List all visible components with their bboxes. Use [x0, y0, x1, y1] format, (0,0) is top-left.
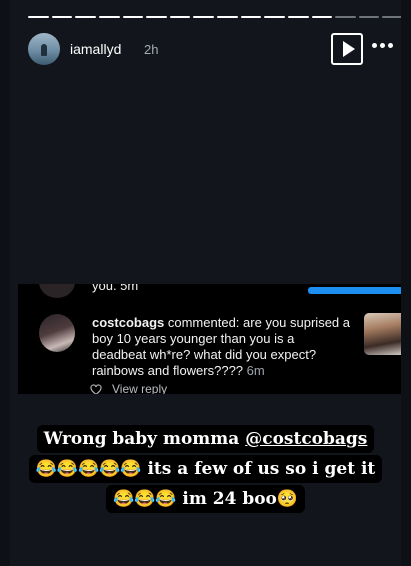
progress-segment [169, 16, 191, 18]
progress-segment [264, 16, 285, 18]
post-thumbnail [364, 313, 401, 355]
comment-action: commented: [167, 315, 240, 330]
previous-follow-button [308, 287, 401, 294]
progress-segment [122, 16, 144, 18]
comment-time: 6m [246, 363, 265, 378]
caption-line-3: 😂😂😂 im 24 boo🥺 [105, 485, 306, 513]
username[interactable]: iamallyd [70, 41, 121, 57]
progress-segment [51, 16, 73, 18]
story-caption: Wrong baby momma @costcobags 😂😂😂😂😂 its a… [10, 424, 401, 514]
story-viewer[interactable]: iamallyd 2h you. 5m costcobags commented… [10, 0, 401, 566]
caption-line-1: Wrong baby momma @costcobags [36, 425, 375, 453]
caption-line-2: 😂😂😂😂😂 its a few of us so i get it [28, 455, 383, 483]
previous-comment-fragment: you. 5m [92, 284, 139, 293]
comment-text: costcobags commented: are you suprised a… [92, 315, 352, 379]
play-icon [342, 41, 355, 57]
story-progress-bar [28, 16, 401, 18]
previous-comment-avatar [39, 284, 75, 298]
progress-segment [28, 16, 49, 18]
progress-segment [382, 16, 401, 18]
progress-segment [335, 16, 356, 18]
post-time: 2h [144, 42, 159, 57]
progress-segment [358, 16, 380, 18]
progress-segment [287, 16, 309, 18]
screenshot-comment: you. 5m costcobags commented: are you su… [18, 284, 401, 394]
progress-segment [75, 16, 96, 18]
progress-segment [240, 16, 262, 18]
progress-segment [311, 16, 333, 18]
user-avatar[interactable] [28, 33, 60, 65]
play-button[interactable] [331, 33, 363, 65]
progress-segment [98, 16, 120, 18]
progress-segment [146, 16, 167, 18]
caption-mention[interactable]: @costcobags [245, 429, 367, 449]
commenter-avatar [39, 314, 75, 352]
more-options-icon[interactable] [372, 43, 393, 48]
progress-segment [217, 16, 238, 18]
view-reply-link: View reply [112, 382, 168, 394]
story-header: iamallyd 2h [28, 33, 401, 67]
commenter-username: costcobags [92, 315, 165, 330]
progress-segment [193, 16, 214, 18]
heart-icon [90, 384, 102, 394]
